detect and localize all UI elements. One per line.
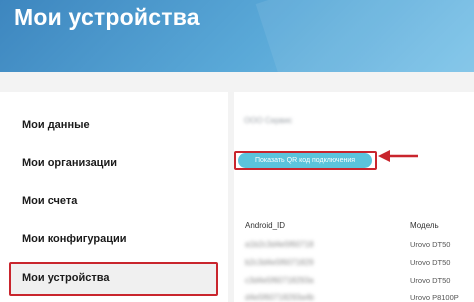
page-header: Мои устройства xyxy=(0,0,474,72)
pointer-arrow-icon xyxy=(378,150,418,162)
table-cell-android-id: d4e5f60718293a4b xyxy=(245,293,314,302)
column-header-android-id: Android_ID xyxy=(245,221,286,230)
table-cell-android-id: a1b2c3d4e5f60718 xyxy=(245,240,314,249)
sidebar-item-my-data[interactable]: Мои данные xyxy=(22,119,90,131)
sidebar-item-my-organizations[interactable]: Мои организации xyxy=(22,157,117,169)
sidebar-item-my-accounts[interactable]: Мои счета xyxy=(22,195,77,207)
sidebar-item-my-devices[interactable]: Мои устройства xyxy=(22,272,110,284)
sidebar: Мои данные Мои организации Мои счета Мои… xyxy=(0,92,228,302)
table-cell-model: Urovo DT50 xyxy=(410,240,451,249)
table-cell-model: Urovo P8100P xyxy=(410,293,459,302)
organization-select[interactable]: ООО Сервис xyxy=(244,116,292,125)
table-cell-model: Urovo DT50 xyxy=(410,276,451,285)
table-cell-android-id: c3d4e5f60718293a xyxy=(245,276,314,285)
show-qr-button[interactable]: Показать QR код подключения xyxy=(238,153,372,168)
table-cell-android-id: b2c3d4e5f6071829 xyxy=(245,258,314,267)
main-content: ООО Сервис Показать QR код подключения A… xyxy=(234,92,474,302)
column-header-model: Модель xyxy=(410,221,439,230)
sidebar-item-my-configurations[interactable]: Мои конфигурации xyxy=(22,233,127,245)
page-title: Мои устройства xyxy=(14,4,200,30)
header-decoration xyxy=(255,0,474,72)
table-cell-model: Urovo DT50 xyxy=(410,258,451,267)
